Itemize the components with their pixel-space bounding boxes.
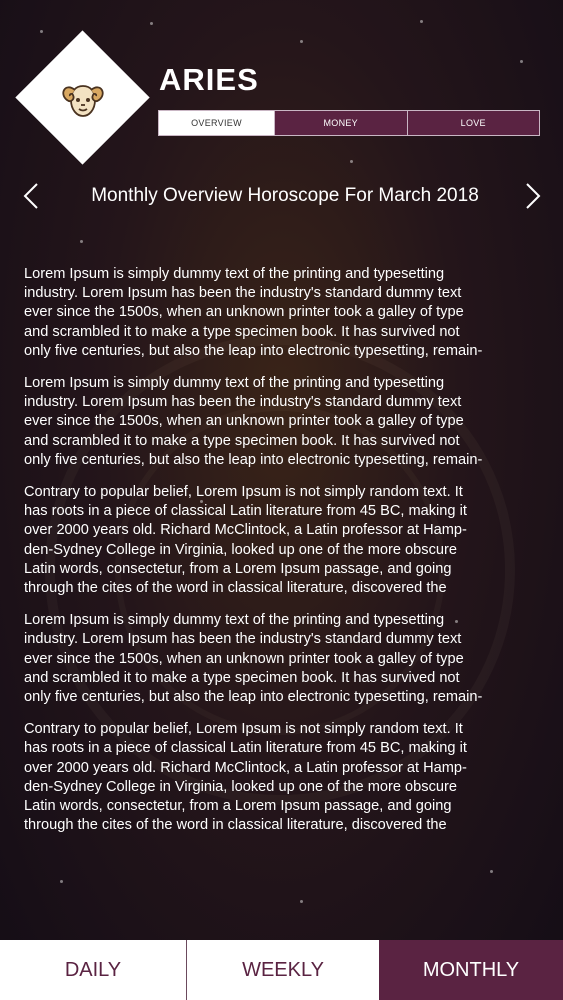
paragraph: Contrary to popular belief, Lorem Ipsum … [24,721,467,834]
paragraph: Contrary to popular belief, Lorem Ipsum … [24,484,467,597]
horoscope-text: Lorem Ipsum is simply dummy text of the … [24,265,554,848]
paragraph: Lorem Ipsum is simply dummy text of the … [24,266,483,359]
tab-love[interactable]: LOVE [406,111,540,135]
horoscope-category-tabs: OVERVIEW MONEY LOVE [158,110,540,136]
period-tab-bar: DAILY WEEKLY MONTHLY [0,940,563,1000]
tab-monthly[interactable]: MONTHLY [379,940,563,1000]
paragraph: Lorem Ipsum is simply dummy text of the … [24,612,483,706]
tab-weekly[interactable]: WEEKLY [187,940,379,1000]
tab-daily[interactable]: DAILY [0,940,187,1000]
chevron-right-icon[interactable] [516,180,548,212]
tab-overview[interactable]: OVERVIEW [159,111,274,135]
tab-money[interactable]: MONEY [274,111,407,135]
period-title: Monthly Overview Horoscope For March 201… [91,185,479,206]
sign-title: ARIES [159,62,259,97]
chevron-left-icon[interactable] [16,180,48,212]
paragraph: Lorem Ipsum is simply dummy text of the … [24,375,483,468]
period-navigation: Monthly Overview Horoscope For March 201… [0,176,563,216]
ram-head-icon [62,85,104,117]
